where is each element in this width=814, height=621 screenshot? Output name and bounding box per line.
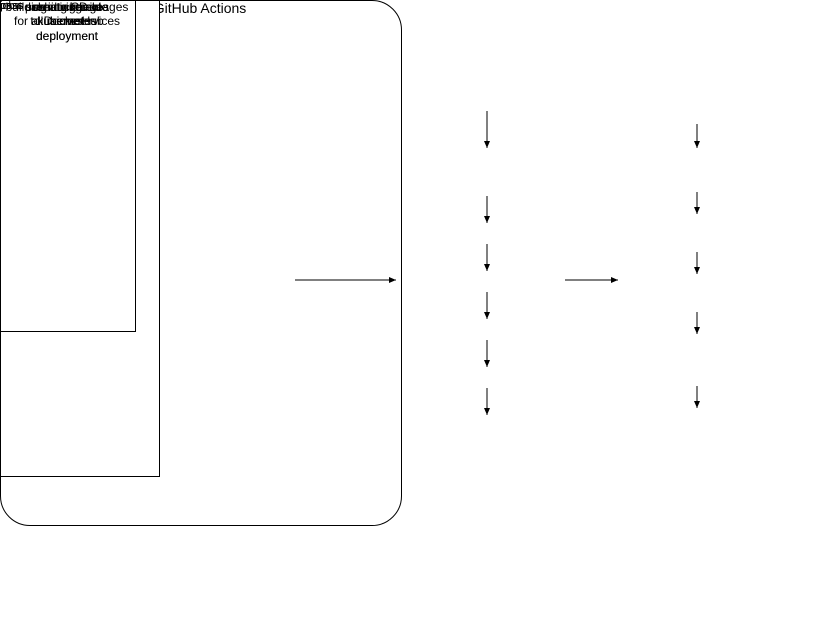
cd-footer: CD <box>0 0 158 14</box>
cd-jobs-box <box>0 0 136 332</box>
